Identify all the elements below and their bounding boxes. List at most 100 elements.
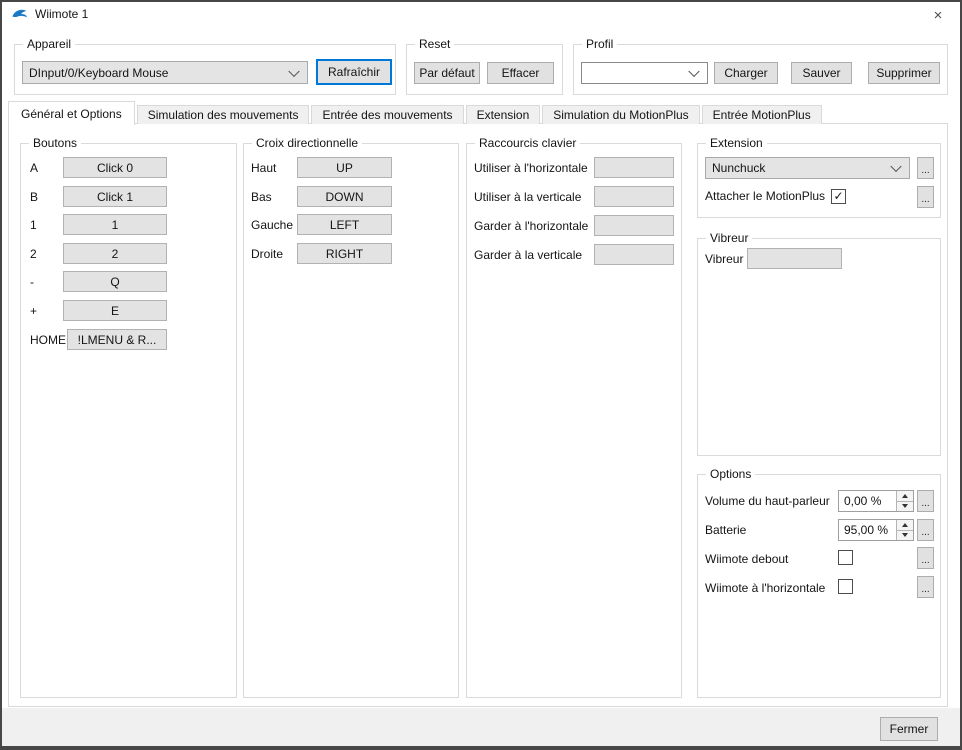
hotkey-label: Utiliser à la verticale (474, 190, 594, 204)
spin-arrows (896, 520, 913, 540)
extension-combobox-value: Nunchuck (712, 161, 765, 175)
speaker-volume-label: Volume du haut-parleur (705, 494, 830, 508)
tab-bar: Général et Options Simulation des mouvem… (8, 100, 824, 124)
button-row-b: B Click 1 (30, 186, 167, 207)
rumble-groupbox: Vibreur (697, 238, 941, 456)
dpad-label: Haut (251, 161, 297, 175)
mapping-button-left[interactable]: LEFT (297, 214, 392, 235)
mapping-button-upright-toggle[interactable] (594, 186, 674, 207)
button-row-1: 1 1 (30, 214, 167, 235)
speaker-volume-advanced-button[interactable]: ... (917, 490, 934, 512)
hotkey-label: Garder à la verticale (474, 248, 594, 262)
sideways-wiimote-label: Wiimote à l'horizontale (705, 581, 825, 595)
dpad-label: Bas (251, 190, 297, 204)
profile-load-button[interactable]: Charger (714, 62, 778, 84)
mapping-button-rumble[interactable] (747, 248, 842, 269)
rumble-label: Vibreur (705, 252, 747, 266)
button-label: + (30, 304, 63, 318)
refresh-button[interactable]: Rafraîchir (316, 59, 392, 85)
attach-motionplus-advanced-button[interactable]: ... (917, 186, 934, 208)
mapping-button-down[interactable]: DOWN (297, 186, 392, 207)
default-button[interactable]: Par défaut (414, 62, 480, 84)
hotkey-row-upright-toggle: Utiliser à la verticale (474, 186, 674, 207)
dpad-row-right: Droite RIGHT (251, 243, 392, 264)
button-row-2: 2 2 (30, 243, 167, 264)
mapping-button-a[interactable]: Click 0 (63, 157, 167, 178)
sideways-wiimote-advanced-button[interactable]: ... (917, 576, 934, 598)
window-title: Wiimote 1 (35, 7, 88, 21)
spin-up-icon[interactable] (897, 491, 913, 501)
mapping-button-upright-hold[interactable] (594, 244, 674, 265)
extension-advanced-button[interactable]: ... (917, 157, 934, 179)
extension-group-title: Extension (706, 136, 767, 150)
dpad-label: Gauche (251, 218, 297, 232)
extension-groupbox: Extension (697, 143, 941, 218)
dpad-label: Droite (251, 247, 297, 261)
button-label: HOME (30, 333, 67, 347)
battery-spinbox[interactable]: 95,00 % (838, 519, 914, 541)
close-icon[interactable]: × (916, 2, 960, 28)
device-group-title: Appareil (23, 37, 75, 51)
device-combobox[interactable]: DInput/0/Keyboard Mouse (22, 61, 308, 84)
attach-motionplus-row: Attacher le MotionPlus ✓ (705, 188, 846, 204)
hotkey-label: Garder à l'horizontale (474, 219, 594, 233)
profile-delete-button[interactable]: Supprimer (868, 62, 940, 84)
battery-advanced-button[interactable]: ... (917, 519, 934, 541)
hotkey-row-sideways-toggle: Utiliser à l'horizontale (474, 157, 674, 178)
title-bar: Wiimote 1 × (0, 0, 962, 28)
mapping-button-sideways-toggle[interactable] (594, 157, 674, 178)
dpad-row-down: Bas DOWN (251, 186, 392, 207)
buttons-group-title: Boutons (29, 136, 81, 150)
profile-save-button[interactable]: Sauver (791, 62, 852, 84)
tab-motionplus-simulation[interactable]: Simulation du MotionPlus (542, 105, 699, 124)
upright-wiimote-checkbox[interactable] (838, 550, 853, 565)
profile-combobox[interactable] (581, 62, 708, 84)
mapping-button-minus[interactable]: Q (63, 271, 167, 292)
profile-group-title: Profil (582, 37, 617, 51)
button-box (0, 708, 962, 750)
mapping-button-b[interactable]: Click 1 (63, 186, 167, 207)
rumble-group-title: Vibreur (706, 231, 752, 245)
attach-motionplus-checkbox[interactable]: ✓ (831, 189, 846, 204)
hotkey-row-upright-hold: Garder à la verticale (474, 244, 674, 265)
spin-down-icon[interactable] (897, 501, 913, 512)
checkmark-icon: ✓ (834, 190, 844, 202)
mapping-button-plus[interactable]: E (63, 300, 167, 321)
spin-down-icon[interactable] (897, 530, 913, 541)
chevron-down-icon (288, 65, 299, 76)
button-row-plus: + E (30, 300, 167, 321)
dpad-row-up: Haut UP (251, 157, 392, 178)
button-label: - (30, 275, 63, 289)
dolphin-icon (11, 6, 28, 23)
clear-button[interactable]: Effacer (487, 62, 554, 84)
mapping-button-up[interactable]: UP (297, 157, 392, 178)
mapping-button-2[interactable]: 2 (63, 243, 167, 264)
tab-motion-simulation[interactable]: Simulation des mouvements (137, 105, 310, 124)
mapping-button-sideways-hold[interactable] (594, 215, 674, 236)
tab-motionplus-input[interactable]: Entrée MotionPlus (702, 105, 822, 124)
button-row-home: HOME !LMENU & R... (30, 329, 167, 350)
button-row-a: A Click 0 (30, 157, 167, 178)
upright-wiimote-advanced-button[interactable]: ... (917, 547, 934, 569)
mapping-button-right[interactable]: RIGHT (297, 243, 392, 264)
mapping-button-1[interactable]: 1 (63, 214, 167, 235)
dpad-group-title: Croix directionnelle (252, 136, 362, 150)
spin-arrows (896, 491, 913, 511)
spin-up-icon[interactable] (897, 520, 913, 530)
close-dialog-button[interactable]: Fermer (880, 717, 938, 741)
reset-group-title: Reset (415, 37, 454, 51)
extension-combobox[interactable]: Nunchuck (705, 157, 910, 179)
mapping-button-home[interactable]: !LMENU & R... (67, 329, 167, 350)
tab-motion-input[interactable]: Entrée des mouvements (311, 105, 463, 124)
chevron-down-icon (890, 161, 901, 172)
battery-label: Batterie (705, 523, 746, 537)
device-combobox-value: DInput/0/Keyboard Mouse (29, 66, 168, 80)
attach-motionplus-label: Attacher le MotionPlus (705, 189, 825, 203)
sideways-wiimote-checkbox[interactable] (838, 579, 853, 594)
tab-extension[interactable]: Extension (466, 105, 541, 124)
tab-general-options[interactable]: Général et Options (8, 101, 135, 125)
battery-value: 95,00 % (839, 520, 896, 540)
button-label: 1 (30, 218, 63, 232)
speaker-volume-spinbox[interactable]: 0,00 % (838, 490, 914, 512)
rumble-row: Vibreur (705, 248, 842, 269)
